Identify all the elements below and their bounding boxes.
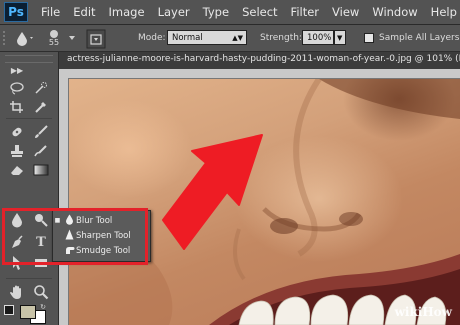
- tools-collapse-icon[interactable]: ▶▶: [6, 62, 28, 78]
- flyout-item-sharpen-tool[interactable]: Sharpen Tool: [53, 228, 150, 243]
- horizontal-ruler: [59, 69, 460, 79]
- strength-value: 100%: [307, 33, 332, 43]
- face-illustration: [69, 79, 460, 325]
- mode-label: Mode:: [138, 33, 166, 43]
- tools-divider-2: [6, 278, 52, 279]
- tools-panel: ▶▶ T ↻: [0, 52, 59, 325]
- type-tool-icon[interactable]: T: [30, 234, 52, 250]
- foreground-color-swatch[interactable]: [20, 305, 36, 319]
- blur-drop-icon: [62, 214, 76, 228]
- menu-layer[interactable]: Layer: [158, 5, 190, 19]
- quick-selection-tool-icon[interactable]: [30, 80, 52, 96]
- eyedropper-tool-icon[interactable]: [30, 99, 52, 115]
- default-colors-icon[interactable]: [4, 305, 14, 315]
- strength-label: Strength:: [260, 33, 302, 43]
- mode-value: Normal: [172, 33, 203, 43]
- vertical-ruler: [59, 78, 69, 325]
- crop-tool-icon[interactable]: [6, 99, 28, 115]
- strength-field[interactable]: 100%: [302, 30, 334, 45]
- blur-tool-icon[interactable]: [6, 212, 28, 228]
- mode-select[interactable]: Normal ▲▼: [167, 30, 247, 45]
- menu-image[interactable]: Image: [109, 5, 145, 19]
- flyout-label-smudge: Smudge Tool: [76, 245, 131, 256]
- red-arrow-annotation: [162, 134, 263, 250]
- sample-all-layers-option[interactable]: Sample All Layers: [364, 25, 459, 51]
- menu-bar: Ps File Edit Image Layer Type Select Fil…: [0, 0, 460, 25]
- hand-tool-icon[interactable]: [6, 284, 28, 300]
- tools-divider: [6, 118, 52, 119]
- tool-preset-blur-icon[interactable]: [14, 25, 34, 51]
- flyout-label-blur: Blur Tool: [76, 215, 113, 226]
- pen-tool-icon[interactable]: [6, 234, 28, 250]
- options-grip: [2, 25, 12, 51]
- strength-arrow-icon: ▼: [337, 34, 343, 42]
- brush-panel-toggle[interactable]: [86, 26, 106, 52]
- history-brush-tool-icon[interactable]: [30, 143, 52, 159]
- flyout-label-sharpen: Sharpen Tool: [76, 230, 131, 241]
- eraser-tool-icon[interactable]: [6, 162, 28, 178]
- rectangle-tool-icon[interactable]: [30, 255, 52, 271]
- wikihow-watermark: wikiHow: [394, 305, 452, 319]
- healing-brush-tool-icon[interactable]: [6, 124, 28, 140]
- document-title: actress-julianne-moore-is-harvard-hasty-…: [67, 54, 460, 64]
- path-selection-tool-icon[interactable]: [6, 255, 28, 271]
- brush-tool-icon[interactable]: [30, 124, 52, 140]
- menu-filter[interactable]: Filter: [291, 5, 319, 19]
- menu-window[interactable]: Window: [372, 5, 417, 19]
- document-tab[interactable]: actress-julianne-moore-is-harvard-hasty-…: [59, 52, 460, 70]
- options-bar: 55 Mode: Normal ▲▼ Strength: 100% ▼ Samp…: [0, 25, 460, 52]
- menu-edit[interactable]: Edit: [73, 5, 95, 19]
- clone-stamp-tool-icon[interactable]: [6, 143, 28, 159]
- mode-dropdown-arrow-icon: ▲▼: [232, 34, 243, 42]
- sample-all-layers-checkbox[interactable]: [364, 33, 374, 43]
- brush-size-value: 55: [48, 37, 60, 47]
- brush-tip-icon: [50, 29, 58, 38]
- menu-file[interactable]: File: [41, 5, 60, 19]
- flyout-item-blur-tool[interactable]: ■ Blur Tool: [53, 213, 150, 228]
- menu-select[interactable]: Select: [242, 5, 277, 19]
- blur-tool-flyout: ■ Blur Tool Sharpen Tool Smudge Tool: [52, 210, 151, 262]
- lasso-tool-icon[interactable]: [6, 80, 28, 96]
- strength-dropdown-button[interactable]: ▼: [334, 30, 346, 45]
- flyout-item-smudge-tool[interactable]: Smudge Tool: [53, 243, 150, 258]
- dodge-tool-icon[interactable]: [30, 212, 52, 228]
- menu-type[interactable]: Type: [203, 5, 229, 19]
- brush-picker-arrow-icon[interactable]: [68, 25, 76, 51]
- sharpen-triangle-icon: [62, 229, 76, 243]
- gradient-tool-icon[interactable]: [30, 162, 52, 178]
- photoshop-logo: Ps: [4, 2, 28, 22]
- active-tool-marker-icon: ■: [54, 217, 61, 224]
- sample-all-layers-label: Sample All Layers: [379, 33, 460, 43]
- canvas-photo[interactable]: wikiHow: [69, 79, 460, 325]
- menu-view[interactable]: View: [332, 5, 359, 19]
- menu-help[interactable]: Help: [431, 5, 457, 19]
- zoom-tool-icon[interactable]: [30, 284, 52, 300]
- smudge-finger-icon: [62, 244, 76, 258]
- brush-picker[interactable]: 55: [40, 25, 68, 51]
